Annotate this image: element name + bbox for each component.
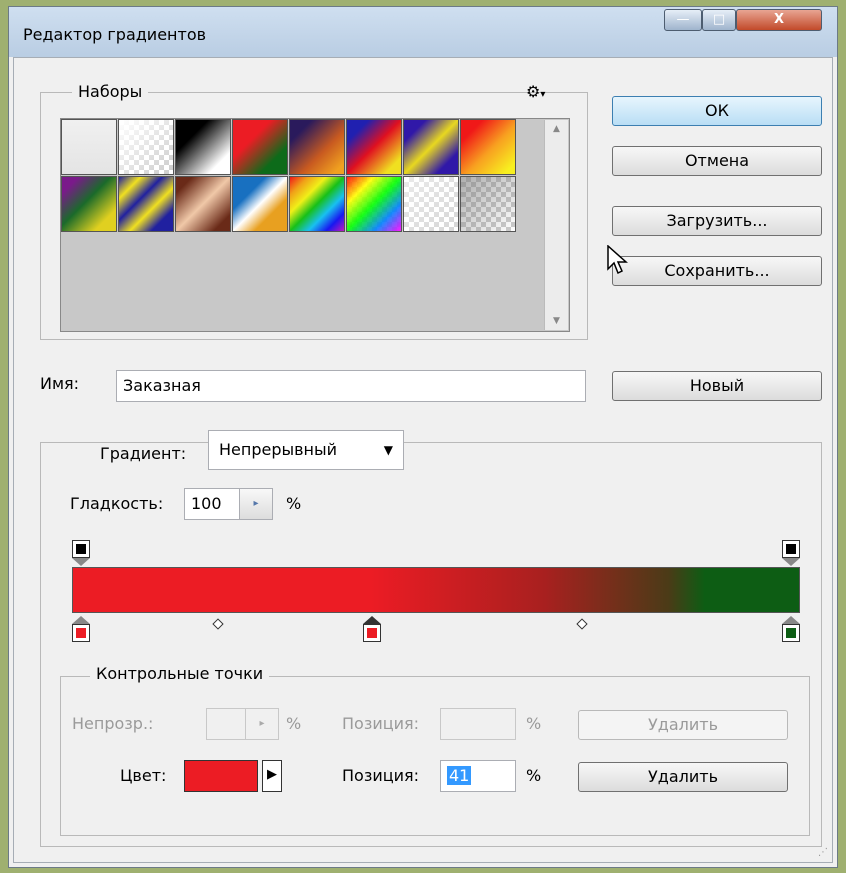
resize-grip-icon[interactable]: ⋰	[818, 847, 828, 858]
color-stop[interactable]	[72, 616, 90, 642]
preset-swatch[interactable]	[403, 119, 459, 175]
opacity-position-unit: %	[526, 714, 542, 733]
opacity-unit: %	[286, 714, 302, 733]
smoothness-input[interactable]: 100	[184, 488, 240, 520]
preset-swatch[interactable]	[175, 119, 231, 175]
smoothness-stepper[interactable]: ▸	[239, 488, 273, 520]
opacity-delete-button: Удалить	[578, 710, 788, 740]
color-picker-arrow-icon[interactable]: ▶	[262, 760, 282, 792]
cancel-button[interactable]: Отмена	[612, 146, 822, 176]
load-button[interactable]: Загрузить...	[612, 206, 822, 236]
preset-scrollbar[interactable]: ▲ ▼	[544, 120, 568, 330]
ok-button[interactable]: ОК	[612, 96, 822, 126]
color-position-unit: %	[526, 766, 542, 785]
smoothness-unit: %	[286, 494, 302, 513]
gradient-type-label: Градиент:	[94, 444, 193, 463]
preset-swatch[interactable]	[346, 176, 402, 232]
save-button[interactable]: Сохранить...	[612, 256, 822, 286]
name-label: Имя:	[40, 374, 80, 393]
preset-swatch-grid	[60, 118, 570, 332]
gear-icon[interactable]: ⚙▾	[526, 82, 545, 101]
preset-swatch[interactable]	[175, 176, 231, 232]
preset-swatch[interactable]	[61, 176, 117, 232]
gradient-preview-bar[interactable]	[72, 567, 800, 613]
gradient-type-value: Непрерывный	[219, 440, 338, 459]
opacity-input	[206, 708, 246, 740]
presets-legend: Наборы	[72, 82, 149, 101]
chevron-down-icon: ▼	[383, 443, 393, 457]
preset-swatch[interactable]	[118, 119, 174, 175]
scroll-down-icon[interactable]: ▼	[545, 316, 568, 326]
preset-swatch[interactable]	[460, 176, 516, 232]
color-position-input[interactable]: 41	[440, 760, 516, 792]
scroll-up-icon[interactable]: ▲	[545, 124, 568, 134]
preset-swatch[interactable]	[232, 119, 288, 175]
mouse-cursor-icon	[607, 245, 628, 275]
minimize-icon: —	[676, 12, 690, 27]
color-delete-button[interactable]: Удалить	[578, 762, 788, 792]
color-label: Цвет:	[120, 766, 167, 785]
maximize-icon: □	[712, 12, 726, 27]
close-icon: X	[773, 12, 785, 27]
preset-swatch[interactable]	[118, 176, 174, 232]
opacity-position-label: Позиция:	[342, 714, 420, 733]
color-swatch[interactable]	[184, 760, 258, 792]
preset-swatch[interactable]	[346, 119, 402, 175]
opacity-position-input	[440, 708, 516, 740]
gradient-editor-window: Редактор градиентов — □ X Наборы ⚙▾ ▲ ▼ …	[8, 6, 838, 868]
close-button[interactable]: X	[736, 9, 822, 31]
dialog-body: Наборы ⚙▾ ▲ ▼ ОК Отмена Загрузить... Сох…	[13, 57, 833, 863]
preset-swatch[interactable]	[289, 176, 345, 232]
maximize-button[interactable]: □	[702, 9, 736, 31]
preset-swatch[interactable]	[460, 119, 516, 175]
stops-group	[60, 676, 810, 836]
stops-legend: Контрольные точки	[90, 664, 270, 683]
preset-swatch[interactable]	[403, 176, 459, 232]
name-input[interactable]: Заказная	[116, 370, 586, 402]
window-title: Редактор градиентов	[23, 25, 207, 44]
title-bar[interactable]: Редактор градиентов — □ X	[9, 7, 837, 57]
opacity-label: Непрозр.:	[72, 714, 154, 733]
color-position-label: Позиция:	[342, 766, 420, 785]
new-button[interactable]: Новый	[612, 371, 822, 401]
minimize-button[interactable]: —	[664, 9, 702, 31]
smoothness-label: Гладкость:	[70, 494, 164, 513]
preset-swatch[interactable]	[232, 176, 288, 232]
gradient-type-dropdown[interactable]: Непрерывный ▼	[208, 430, 404, 470]
color-stop[interactable]	[782, 616, 800, 642]
preset-swatch[interactable]	[61, 119, 117, 175]
opacity-stepper: ▸	[245, 708, 279, 740]
preset-swatch[interactable]	[289, 119, 345, 175]
color-stop-selected[interactable]	[363, 616, 382, 642]
opacity-stop[interactable]	[782, 540, 800, 566]
color-position-value: 41	[447, 766, 472, 785]
opacity-stop[interactable]	[72, 540, 90, 566]
